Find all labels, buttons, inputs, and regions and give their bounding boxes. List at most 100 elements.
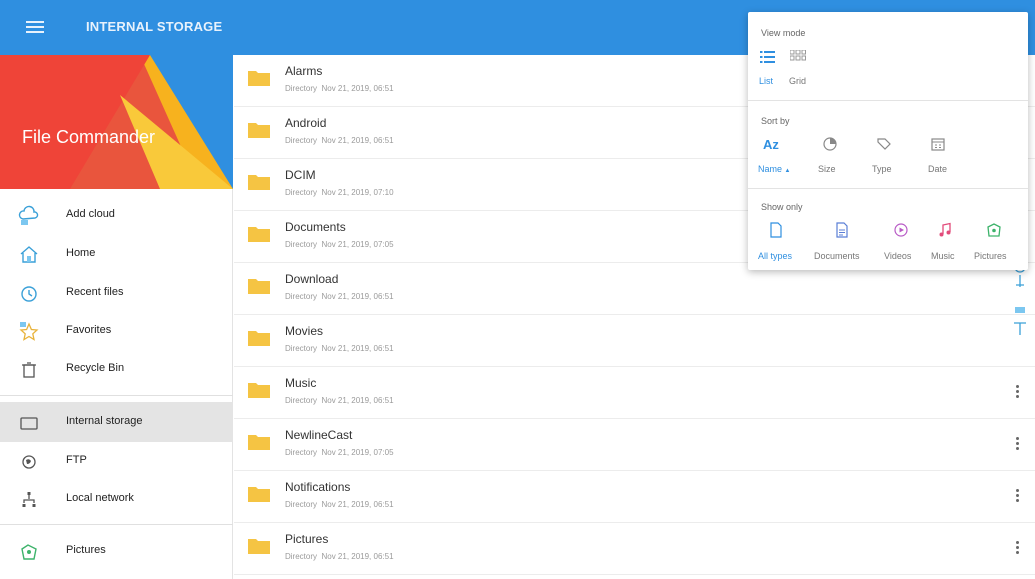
file-name: Documents [285, 220, 346, 234]
pie-chart-icon [823, 137, 837, 151]
file-name: Notifications [285, 480, 351, 494]
more-options-icon[interactable] [1013, 541, 1021, 557]
sort-label: Size [818, 164, 836, 174]
file-commander-window: INTERNAL STORAGE File Commander Add clou… [0, 0, 1035, 579]
file-name: Movies [285, 324, 324, 338]
sidebar-item-home[interactable]: Home [0, 234, 233, 274]
list-item[interactable]: Movies Directory Nov 21, 2019, 06:51 [234, 315, 1035, 367]
file-meta: Directory Nov 21, 2019, 06:51 [285, 84, 394, 93]
drawer-divider [0, 524, 233, 525]
list-item[interactable]: Download Directory Nov 21, 2019, 06:51 [234, 263, 1035, 315]
home-icon [20, 246, 38, 263]
globe-icon [22, 455, 36, 469]
sidebar-item-label: Home [66, 247, 96, 259]
file-meta: Directory Nov 21, 2019, 06:51 [285, 292, 394, 301]
file-name: Download [285, 272, 339, 286]
view-mode-list-option[interactable]: List [758, 50, 788, 98]
sidebar-item-label: Internal storage [66, 415, 143, 427]
sort-by-type-option[interactable]: Type [870, 136, 910, 180]
list-item[interactable]: NewlineCast Directory Nov 21, 2019, 07:0… [234, 419, 1035, 471]
folder-icon [248, 279, 270, 294]
filter-label: Documents [814, 251, 860, 261]
file-meta: Directory Nov 21, 2019, 07:05 [285, 448, 394, 457]
sidebar-item-recycle-bin[interactable]: Recycle Bin [0, 349, 233, 389]
grid-view-icon [790, 50, 806, 61]
document-icon [836, 222, 848, 238]
sidebar-item-internal-storage[interactable]: Internal storage [0, 402, 233, 442]
brand-banner-graphic [0, 55, 233, 189]
play-circle-icon [894, 223, 908, 237]
list-view-icon [760, 51, 775, 63]
music-note-icon [939, 222, 951, 237]
filter-music-option[interactable]: Music [928, 222, 968, 266]
sidebar-item-label: Favorites [66, 324, 112, 336]
filter-label: All types [758, 251, 793, 261]
folder-icon [248, 383, 270, 398]
filter-all-types-option[interactable]: All types [756, 222, 806, 266]
sidebar-item-label: Recent files [66, 286, 124, 298]
folder-icon [248, 435, 270, 450]
sidebar-item-add-cloud[interactable]: Add cloud [0, 195, 233, 235]
picture-icon [987, 223, 1001, 237]
more-options-icon[interactable] [1013, 385, 1021, 401]
file-name: Alarms [285, 64, 323, 78]
view-mode-title: View mode [761, 28, 806, 38]
calendar-icon [931, 138, 945, 151]
view-mode-label: Grid [789, 76, 807, 86]
menu-icon[interactable] [26, 21, 44, 34]
file-meta: Directory Nov 21, 2019, 06:51 [285, 136, 394, 145]
file-meta: Directory Nov 21, 2019, 06:51 [285, 344, 394, 353]
sort-label: Name ▲ [758, 164, 791, 174]
popup-divider [748, 188, 1028, 189]
file-meta: Directory Nov 21, 2019, 06:51 [285, 552, 394, 561]
picture-icon [21, 544, 37, 560]
sort-by-name-option[interactable]: Az Name ▲ [758, 136, 808, 180]
popup-divider [748, 100, 1028, 101]
sidebar-item-local-network[interactable]: Local network [0, 479, 233, 519]
folder-icon [248, 175, 270, 190]
more-options-icon[interactable] [1013, 489, 1021, 505]
more-options-icon[interactable] [1013, 437, 1021, 453]
page-title: INTERNAL STORAGE [86, 19, 223, 34]
sidebar-item-favorites[interactable]: Favorites [0, 311, 233, 351]
list-item[interactable]: Music Directory Nov 21, 2019, 06:51 [234, 367, 1035, 419]
sort-label: Date [928, 164, 948, 174]
folder-icon [248, 123, 270, 138]
drawer-banner: File Commander [0, 55, 233, 189]
file-name: Music [285, 376, 317, 390]
list-item[interactable]: Pictures Directory Nov 21, 2019, 06:51 [234, 523, 1035, 575]
view-mode-label: List [759, 76, 774, 86]
folder-icon [248, 227, 270, 242]
folder-icon [248, 539, 270, 554]
view-options-popup: View mode List Grid Sort by Az Name ▲ Si… [748, 12, 1028, 270]
sidebar-item-label: Add cloud [66, 208, 115, 220]
app-brand: File Commander [22, 127, 156, 147]
star-icon [19, 322, 39, 341]
file-icon [770, 222, 782, 238]
file-meta: Directory Nov 21, 2019, 07:10 [285, 188, 394, 197]
show-only-title: Show only [761, 202, 803, 212]
filter-label: Pictures [974, 251, 1007, 261]
network-icon [22, 492, 36, 507]
filter-label: Videos [884, 251, 912, 261]
sort-name-icon: Az [763, 137, 779, 152]
filter-documents-option[interactable]: Documents [812, 222, 872, 266]
navigation-drawer: File Commander Add cloud Home Recent fil… [0, 55, 233, 579]
sort-by-size-option[interactable]: Size [816, 136, 856, 180]
view-mode-grid-option[interactable]: Grid [788, 50, 818, 98]
tablet-icon [20, 417, 38, 430]
sidebar-item-label: Local network [66, 492, 134, 504]
sidebar-item-pictures[interactable]: Pictures [0, 531, 233, 571]
sort-by-date-option[interactable]: Date [926, 136, 966, 180]
filter-pictures-option[interactable]: Pictures [972, 222, 1024, 266]
drawer-divider [0, 395, 233, 396]
sidebar-item-ftp[interactable]: FTP [0, 441, 233, 481]
file-meta: Directory Nov 21, 2019, 06:51 [285, 396, 394, 405]
folder-icon [248, 487, 270, 502]
folder-icon [248, 331, 270, 346]
sidebar-item-label: Recycle Bin [66, 362, 125, 374]
trash-icon [22, 362, 36, 378]
sidebar-item-recent-files[interactable]: Recent files [0, 273, 233, 313]
filter-videos-option[interactable]: Videos [882, 222, 922, 266]
list-item[interactable]: Notifications Directory Nov 21, 2019, 06… [234, 471, 1035, 523]
